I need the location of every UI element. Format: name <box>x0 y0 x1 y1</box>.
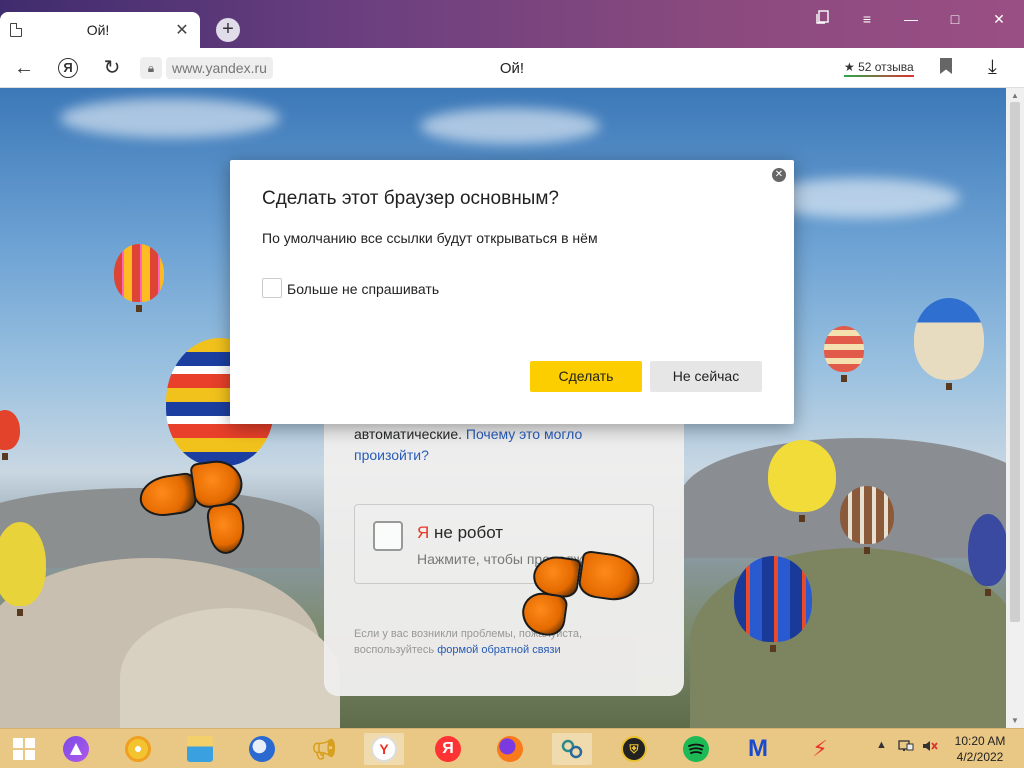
not-robot-label: не робот <box>429 523 504 542</box>
system-clock[interactable]: 10:20 AM 4/2/2022 <box>950 733 1010 765</box>
tray-expand-icon[interactable]: ▲ <box>876 739 887 751</box>
captcha-text: автоматические. <box>354 426 466 442</box>
minimize-icon[interactable]: — <box>896 8 926 30</box>
not-robot-checkbox[interactable] <box>373 521 403 551</box>
title-bar: Ой! ✕ + ≡ — □ ✕ <box>0 0 1024 48</box>
taskbar-thunderbird[interactable] <box>242 733 282 765</box>
yandex-home-icon[interactable]: Я <box>58 58 78 78</box>
balloon <box>914 298 984 390</box>
lock-icon[interactable]: 🔒︎ <box>140 57 162 79</box>
make-default-button[interactable]: Сделать <box>530 361 642 392</box>
dialog-close-icon[interactable]: ✕ <box>772 168 786 182</box>
dialog-description: По умолчанию все ссылки будут открыватьс… <box>262 230 598 246</box>
scrollbar-thumb[interactable] <box>1010 102 1020 622</box>
url-field[interactable]: 🔒︎ www.yandex.ru <box>140 55 273 81</box>
taskbar-file-explorer[interactable] <box>180 733 220 765</box>
tab-close-icon[interactable]: ✕ <box>174 20 190 40</box>
balloon <box>0 410 20 460</box>
taskbar-chrome[interactable] <box>118 733 158 765</box>
lightning-icon: ⚡︎ <box>812 736 828 761</box>
yandex-icon: Я <box>435 736 461 762</box>
taskbar-firefox[interactable] <box>490 733 530 765</box>
dialog-title: Сделать этот браузер основным? <box>262 188 559 209</box>
balloon <box>824 326 864 382</box>
back-arrow-icon[interactable]: ← <box>12 56 36 80</box>
maximize-icon[interactable]: □ <box>940 8 970 30</box>
taskbar-link-tool[interactable] <box>552 733 592 765</box>
taskbar: 📢︎ Y Я ⛨ M ⚡︎ ▲ 10:20 AM 4/2/2022 <box>0 728 1024 768</box>
butterfly-image <box>517 543 644 662</box>
reviews-badge[interactable]: ★ 52 отзыва <box>844 60 914 77</box>
yandex-browser-icon: Y <box>371 736 397 762</box>
balloon <box>968 514 1006 596</box>
dont-ask-label[interactable]: Больше не спрашивать <box>287 281 439 297</box>
collections-icon[interactable] <box>808 8 838 30</box>
close-window-icon[interactable]: ✕ <box>984 8 1014 30</box>
shield-icon: ⛨ <box>621 736 647 762</box>
clock-date: 4/2/2022 <box>956 750 1004 764</box>
taskbar-megaphone[interactable]: 📢︎ <box>304 733 344 765</box>
balloon <box>768 440 836 522</box>
taskbar-security[interactable]: ⛨ <box>614 733 654 765</box>
valley <box>690 548 1006 728</box>
balloon <box>0 522 46 616</box>
volume-muted-icon[interactable] <box>922 739 938 756</box>
mountain <box>680 438 1006 558</box>
taskbar-yandex[interactable]: Я <box>428 733 468 765</box>
alice-icon <box>63 736 89 762</box>
not-now-button[interactable]: Не сейчас <box>650 361 762 392</box>
bookmark-icon[interactable] <box>940 58 952 74</box>
taskbar-yandex-browser[interactable]: Y <box>364 733 404 765</box>
thunderbird-icon <box>249 736 275 762</box>
scroll-up-icon[interactable]: ▲ <box>1011 91 1019 100</box>
cloud <box>420 108 600 144</box>
taskbar-alice[interactable] <box>56 733 96 765</box>
taskbar-malwarebytes[interactable]: M <box>738 733 778 765</box>
cloud <box>60 98 280 138</box>
balloon <box>734 556 812 652</box>
network-icon[interactable] <box>898 739 914 756</box>
megaphone-icon: 📢︎ <box>311 738 337 761</box>
refresh-icon[interactable]: ↻ <box>100 56 124 80</box>
clock-time: 10:20 AM <box>954 734 1006 748</box>
menu-icon[interactable]: ≡ <box>852 8 882 30</box>
default-browser-dialog: ✕ Сделать этот браузер основным? По умол… <box>230 160 794 424</box>
firefox-icon <box>497 736 523 762</box>
malwarebytes-icon: M <box>748 735 768 762</box>
tab-title: Ой! <box>86 22 110 38</box>
spotify-icon <box>683 736 709 762</box>
page-scrollbar[interactable]: ▲ ▼ <box>1006 88 1024 728</box>
not-robot-title: Я не робот <box>417 523 503 543</box>
folder-icon <box>187 736 213 762</box>
chrome-icon <box>125 736 151 762</box>
butterfly-image <box>136 457 252 567</box>
download-icon[interactable]: ⤓ <box>988 56 997 79</box>
taskbar-flash-tool[interactable]: ⚡︎ <box>800 733 840 765</box>
scroll-down-icon[interactable]: ▼ <box>1011 716 1019 725</box>
chain-link-icon <box>559 736 585 762</box>
dont-ask-checkbox[interactable] <box>262 278 282 298</box>
address-bar: ← Я ↻ 🔒︎ www.yandex.ru Ой! ★ 52 отзыва ⤓ <box>0 48 1024 88</box>
ya-letter: Я <box>417 523 430 542</box>
taskbar-spotify[interactable] <box>676 733 716 765</box>
balloon <box>114 244 164 312</box>
start-button[interactable] <box>4 733 44 765</box>
windows-logo-icon <box>13 738 35 760</box>
url-text[interactable]: www.yandex.ru <box>166 57 273 79</box>
page-icon <box>10 23 22 37</box>
balloon <box>840 486 894 554</box>
new-tab-button[interactable]: + <box>216 18 240 42</box>
browser-tab[interactable]: Ой! ✕ <box>0 12 200 48</box>
captcha-explanation: автоматические. Почему это могло произой… <box>354 424 654 466</box>
